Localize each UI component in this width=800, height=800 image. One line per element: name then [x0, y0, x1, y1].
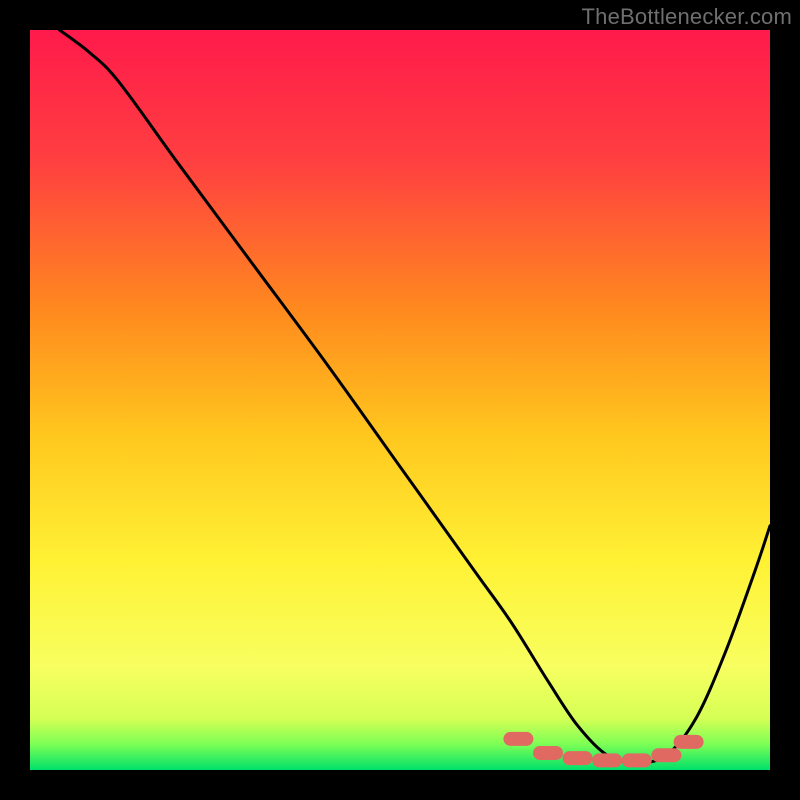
optimal-marker	[622, 753, 652, 767]
chart-frame	[30, 30, 770, 770]
optimal-marker	[592, 753, 622, 767]
optimal-marker	[651, 748, 681, 762]
optimal-marker	[533, 746, 563, 760]
gradient-background	[30, 30, 770, 770]
optimal-marker	[563, 751, 593, 765]
optimal-marker	[674, 735, 704, 749]
optimal-marker	[503, 732, 533, 746]
watermark-text: TheBottlenecker.com	[582, 4, 792, 30]
bottleneck-chart	[30, 30, 770, 770]
